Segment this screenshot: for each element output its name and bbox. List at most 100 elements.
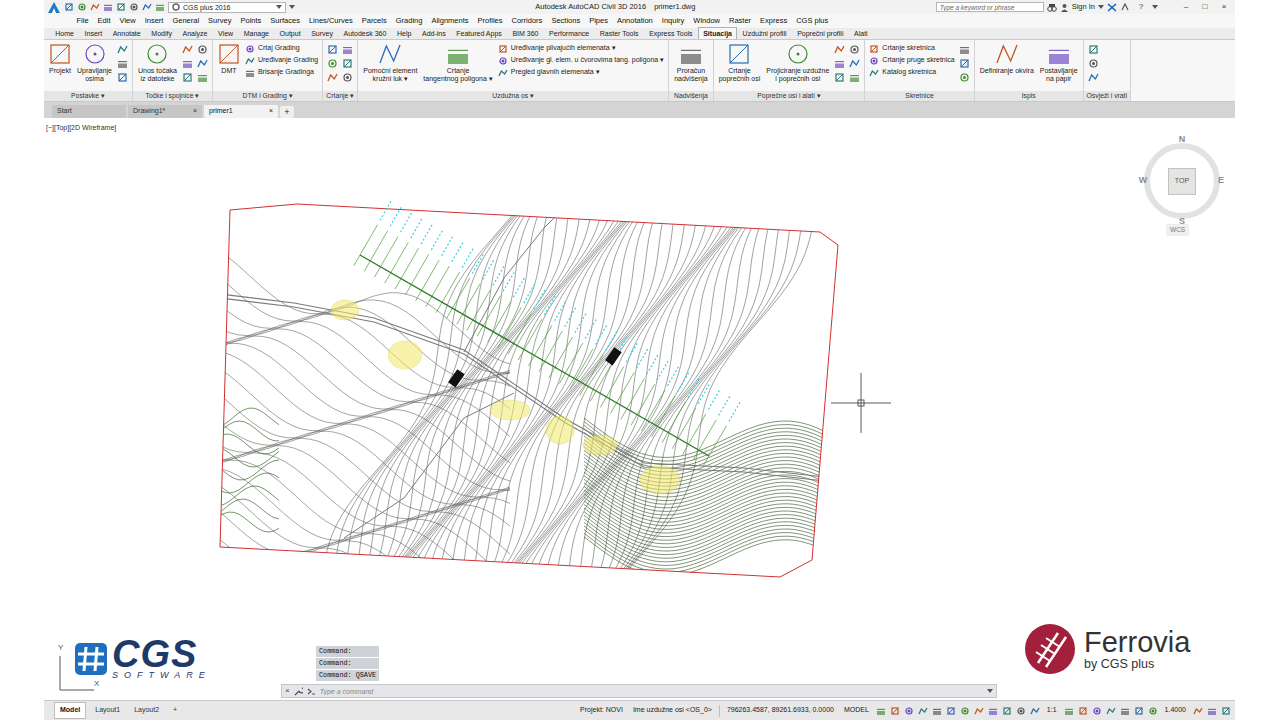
ribbon-group-label[interactable]: Ispis: [975, 91, 1083, 101]
ribbon-tab[interactable]: Annotate: [107, 27, 146, 39]
ucs-menu[interactable]: WCS: [1166, 224, 1189, 236]
tool-icon[interactable]: [946, 706, 956, 716]
ribbon-tab[interactable]: Autodesk 360: [338, 27, 391, 39]
tool-icon[interactable]: [960, 706, 970, 716]
ribbon-group-label[interactable]: Osvježi i vrati: [1084, 91, 1130, 101]
menu-item[interactable]: Surfaces: [266, 14, 305, 28]
tool-icon[interactable]: [117, 58, 128, 69]
menu-item[interactable]: Corridors: [507, 14, 547, 28]
menu-item[interactable]: CGS plus: [792, 14, 833, 28]
tool-icon[interactable]: [834, 72, 845, 83]
ribbon-small-button[interactable]: Brisanje Gradinga: [245, 67, 318, 78]
ribbon-group-label[interactable]: Nadvišenja: [669, 91, 712, 101]
group-expander[interactable]: ▾: [817, 92, 821, 99]
ribbon-large-button[interactable]: Crtanjetangentnog poligona ▾: [422, 43, 493, 83]
tool-icon[interactable]: [834, 44, 845, 55]
tool-icon[interactable]: [1092, 706, 1102, 716]
dropdown-arrow-icon[interactable]: [289, 4, 295, 10]
ribbon-large-button[interactable]: DMT: [217, 43, 241, 75]
tool-icon[interactable]: [890, 706, 900, 716]
viewport-controls[interactable]: [−][Top][2D Wireframe]: [46, 123, 116, 134]
dropdown-arrow-icon[interactable]: [1098, 4, 1104, 10]
group-expander[interactable]: ▾: [289, 92, 293, 99]
menu-item[interactable]: Lines/Curves: [304, 14, 357, 28]
tool-icon[interactable]: [129, 2, 139, 12]
workspace-select[interactable]: CGS plus 2016: [168, 2, 286, 13]
tool-icon[interactable]: [90, 2, 100, 12]
tool-icon[interactable]: [1207, 706, 1217, 716]
tool-icon[interactable]: [1120, 706, 1130, 716]
tool-icon[interactable]: [904, 706, 914, 716]
ribbon-small-button[interactable]: Uređivanje plivajućih elemenata ▾: [498, 43, 664, 54]
ribbon-large-button[interactable]: Upravljanjeosima: [76, 43, 113, 83]
layout-tab[interactable]: Layout2: [129, 703, 164, 718]
drawing-area[interactable]: [−][Top][2D Wireframe]NSEWTOPWCSYXCGSSOF…: [44, 118, 1235, 700]
menu-item[interactable]: Points: [236, 14, 266, 28]
tool-icon[interactable]: [77, 2, 87, 12]
tool-icon[interactable]: [1134, 706, 1144, 716]
tool-icon[interactable]: [959, 44, 970, 55]
tool-icon[interactable]: [117, 72, 128, 83]
tool-icon[interactable]: [103, 2, 113, 12]
dropdown-arrow-icon[interactable]: [987, 688, 993, 694]
tool-icon[interactable]: [876, 706, 886, 716]
viewcube[interactable]: NSEWTOPWCS: [1137, 128, 1227, 244]
menu-item[interactable]: Raster: [725, 14, 756, 28]
ribbon-large-button[interactable]: Proračunnadvišenja: [673, 43, 708, 83]
menu-item[interactable]: General: [168, 14, 204, 28]
ribbon-group-label[interactable]: Crtanje ▾: [323, 91, 357, 101]
tool-icon[interactable]: [1078, 706, 1088, 716]
layout-tab[interactable]: Layout1: [90, 703, 125, 718]
autocad-logo-icon[interactable]: [47, 1, 61, 14]
tool-icon[interactable]: [918, 706, 928, 716]
site-plan-drawing[interactable]: [44, 118, 1235, 700]
new-tab-button[interactable]: +: [280, 106, 294, 118]
ribbon-small-button[interactable]: Crtanje skretnica: [869, 43, 954, 54]
ribbon-tab[interactable]: Performance: [544, 27, 595, 39]
user-icon[interactable]: [1060, 3, 1069, 12]
ribbon-tab[interactable]: Uzdužni profili: [737, 27, 792, 39]
ribbon-tab[interactable]: Analyze: [177, 27, 213, 39]
ribbon-group-label[interactable]: Poprečne osi i alati ▾: [714, 91, 865, 101]
close-tab-button[interactable]: ×: [269, 106, 273, 117]
tool-icon[interactable]: [142, 2, 152, 12]
tool-icon[interactable]: [834, 58, 845, 69]
ribbon-large-button[interactable]: Definiranje okvira: [979, 43, 1035, 75]
ribbon-tab[interactable]: Manage: [238, 27, 274, 39]
menu-item[interactable]: Pipes: [585, 14, 613, 28]
file-tab[interactable]: primer1×: [204, 105, 278, 118]
command-input[interactable]: [320, 686, 983, 697]
tool-icon[interactable]: [932, 706, 942, 716]
menu-item[interactable]: Profiles: [473, 14, 507, 28]
ribbon-tab[interactable]: Raster Tools: [594, 27, 643, 39]
ribbon-small-button[interactable]: Uređivanje gl. elem. u čvorovima tang. p…: [498, 55, 664, 66]
menu-item[interactable]: Alignments: [427, 14, 473, 28]
tool-icon[interactable]: [988, 706, 998, 716]
ribbon-large-button[interactable]: Crtanjepoprečnih osi: [718, 43, 762, 83]
menu-item[interactable]: Window: [689, 14, 725, 28]
ribbon-tab[interactable]: Modify: [146, 27, 177, 39]
layout-tab[interactable]: Model: [54, 702, 86, 719]
tool-icon[interactable]: [959, 58, 970, 69]
tool-icon[interactable]: [849, 44, 860, 55]
menu-item[interactable]: Inquiry: [657, 14, 689, 28]
menu-item[interactable]: Express: [756, 14, 792, 28]
tool-icon[interactable]: [182, 72, 193, 83]
tool-icon[interactable]: [117, 44, 128, 55]
tool-icon[interactable]: [1106, 706, 1116, 716]
tool-icon[interactable]: [197, 44, 208, 55]
tool-icon[interactable]: [1193, 706, 1203, 716]
command-prompt-icon[interactable]: [307, 687, 316, 696]
ribbon-tab[interactable]: View: [213, 27, 239, 39]
ribbon-tab[interactable]: Featured Apps: [451, 27, 507, 39]
ribbon-small-button[interactable]: Pregled glavnih elemenata ▾: [498, 67, 664, 78]
tool-icon[interactable]: [1088, 58, 1099, 69]
tool-icon[interactable]: [342, 58, 353, 69]
ribbon-large-button[interactable]: Postavljanjena papir: [1039, 43, 1079, 83]
tool-icon[interactable]: [1064, 706, 1074, 716]
ribbon-small-button[interactable]: Katalog skretnica: [869, 67, 954, 78]
model-space-toggle[interactable]: MODEL: [841, 705, 872, 716]
ribbon-tab[interactable]: Express Tools: [644, 27, 698, 39]
viewcube-face[interactable]: TOP: [1168, 168, 1196, 195]
tool-icon[interactable]: [342, 44, 353, 55]
